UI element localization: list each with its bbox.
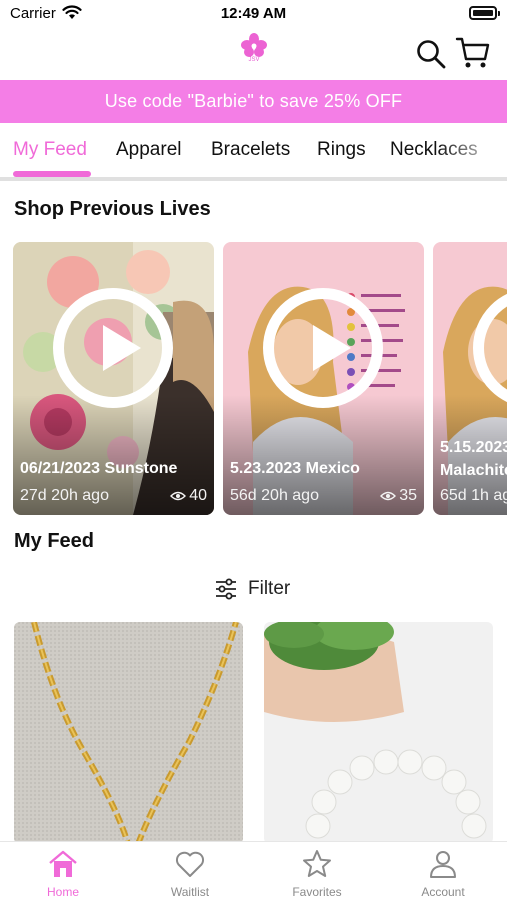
nav-label: Favorites [292,885,342,899]
product-image-bracelet [264,622,493,844]
tab-my-feed[interactable]: My Feed [13,139,87,161]
play-icon[interactable] [263,288,383,408]
play-icon[interactable] [53,288,173,408]
logo-text: JSV [248,57,260,63]
product-image-necklace [14,622,243,844]
eye-icon [170,491,187,501]
sliders-icon [216,578,236,600]
live-views: 35 [380,487,417,505]
nav-account[interactable]: Account [403,848,483,899]
live-card[interactable]: 5.15.2023 Malachite 65d 1h ago [433,242,507,515]
live-title: 06/21/2023 Sunstone [20,460,178,477]
nav-favorites[interactable]: Favorites [277,848,357,899]
views-count: 40 [189,487,207,504]
live-time-ago: 65d 1h ago [440,487,507,504]
views-count: 35 [399,487,417,504]
live-views: 40 [170,487,207,505]
search-icon[interactable] [415,38,447,70]
nav-label: Account [421,885,465,899]
category-tabs: My Feed Apparel Bracelets Rings Necklace… [0,123,507,181]
star-icon [303,850,331,877]
live-time-ago: 27d 20h ago [20,487,109,504]
flower-logo-icon [241,33,267,57]
tab-rings[interactable]: Rings [317,139,366,161]
filter-label: Filter [248,578,291,599]
nav-home[interactable]: Home [23,848,103,899]
brand-logo[interactable]: JSV [239,33,269,67]
eye-icon [380,491,397,501]
product-card[interactable] [14,622,243,844]
promo-banner[interactable]: Use code "Barbie" to save 25% OFF [0,80,507,123]
live-title: 5.15.2023 Malachite [440,439,507,479]
nav-label: Waitlist [170,885,210,899]
person-icon [430,851,456,878]
previous-lives-heading: Shop Previous Lives [14,198,211,220]
tab-necklaces[interactable]: Necklaces [390,139,478,161]
nav-waitlist[interactable]: Waitlist [150,848,230,899]
clock: 12:49 AM [220,5,287,22]
heart-icon [175,851,205,877]
cart-icon[interactable] [455,36,491,70]
live-card[interactable]: 5.23.2023 Mexico 56d 20h ago 35 [223,242,424,515]
previous-lives-carousel[interactable]: 06/21/2023 Sunstone 27d 20h ago 40 5.23.… [0,242,507,516]
battery-icon [469,6,500,20]
live-time-ago: 56d 20h ago [230,487,319,504]
home-icon [49,850,77,877]
live-title: 5.23.2023 Mexico [230,460,360,477]
status-bar: Carrier 12:49 AM [0,0,507,28]
app-header: JSV [0,28,507,80]
promo-text: Use code "Barbie" to save 25% OFF [104,91,403,111]
product-card[interactable] [264,622,493,844]
live-card[interactable]: 06/21/2023 Sunstone 27d 20h ago 40 [13,242,214,515]
my-feed-heading: My Feed [14,530,95,552]
filter-button[interactable]: Filter [214,575,290,603]
nav-label: Home [46,885,79,899]
active-tab-indicator [13,171,91,177]
tab-bracelets[interactable]: Bracelets [211,139,290,161]
tab-apparel[interactable]: Apparel [116,139,182,161]
bottom-tab-bar: Home Waitlist Favorites Account [0,841,507,900]
